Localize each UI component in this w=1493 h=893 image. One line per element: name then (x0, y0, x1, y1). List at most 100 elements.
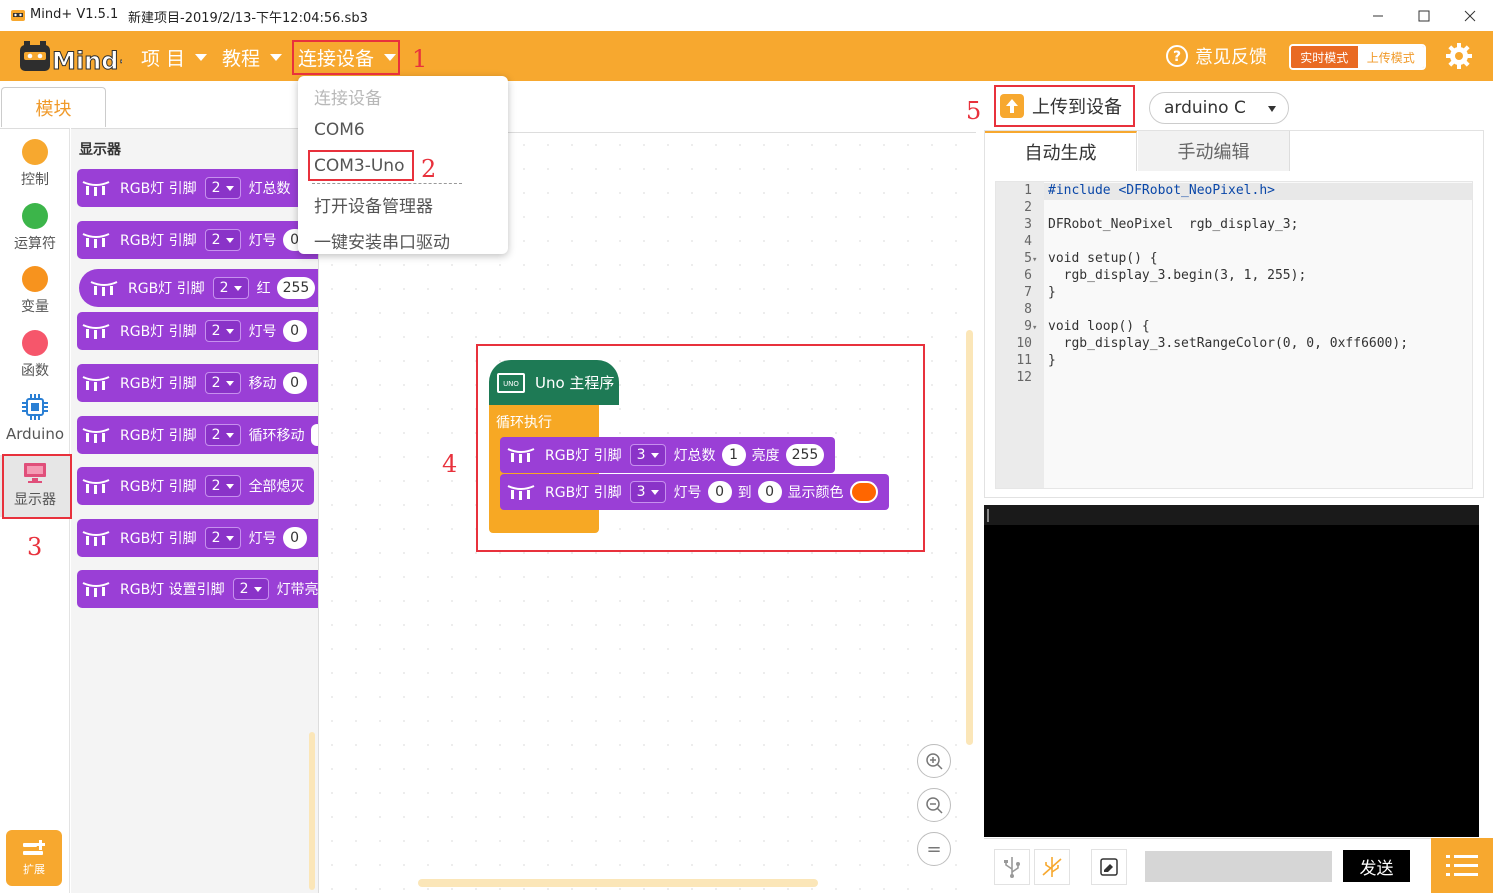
script-block-rgb-init[interactable]: RGB灯 引脚 3 灯总数 1 亮度 255 (500, 437, 835, 473)
tab-auto-generate[interactable]: 自动生成 (985, 131, 1137, 171)
feedback-button[interactable]: ? 意见反馈 (1165, 43, 1267, 69)
upload-mode-option[interactable]: 上传模式 (1357, 46, 1424, 68)
modules-tab[interactable]: 模块 (1, 87, 106, 127)
realtime-mode-option[interactable]: 实时模式 (1291, 46, 1358, 68)
category-control[interactable]: 控制 (0, 139, 70, 189)
block-text: RGB灯 引脚 (120, 376, 197, 392)
number-input[interactable]: 0 (282, 527, 307, 549)
mind-plus-logo[interactable]: Mind+ (18, 39, 122, 75)
led-strip-icon (82, 376, 110, 391)
dropdown-item-device-manager[interactable]: 打开设备管理器 (314, 192, 433, 217)
menu-connect-device[interactable]: 连接设备 (298, 44, 397, 71)
zoom-in-button[interactable] (917, 744, 951, 778)
clear-output-button[interactable] (1091, 849, 1127, 885)
palette-block-rgb-total[interactable]: RGB灯 引脚 2 灯总数 (77, 169, 318, 207)
pin-dropdown[interactable]: 2 (204, 177, 241, 199)
brightness-input[interactable]: 255 (785, 444, 825, 466)
palette-scrollbar[interactable] (309, 732, 315, 890)
palette-block-rgb-rotate[interactable]: RGB灯 引脚 2 循环移动 (77, 416, 318, 454)
palette-block-rgb-index-2[interactable]: RGB灯 引脚 2 灯号 0 (77, 312, 318, 350)
palette-block-rgb-clear[interactable]: RGB灯 引脚 2 全部熄灭 (77, 467, 314, 505)
board-select[interactable]: arduino C (1149, 92, 1289, 124)
code-line: 8 (1024, 302, 1032, 317)
tab-manual-edit[interactable]: 手动编辑 (1138, 131, 1290, 171)
led-count-input[interactable]: 1 (721, 444, 746, 466)
palette-block-rgb-shift[interactable]: RGB灯 引脚 2 移动 0 (77, 364, 318, 402)
pin-dropdown[interactable]: 2 (204, 475, 241, 497)
minimize-button[interactable] (1355, 0, 1401, 31)
extension-label: 扩展 (23, 863, 45, 876)
send-button[interactable]: 发送 (1343, 850, 1410, 882)
block-text: 灯总数 (248, 181, 291, 197)
palette-block-rgb-setup[interactable]: RGB灯 设置引脚 2 灯带亮 (77, 570, 318, 608)
zoom-reset-button[interactable]: = (917, 832, 951, 866)
palette-block-rgb-index[interactable]: RGB灯 引脚 2 灯号 0 (77, 221, 318, 259)
range-start-input[interactable]: 0 (707, 481, 732, 503)
extension-icon (23, 840, 45, 855)
menu-tutorial[interactable]: 教程 (222, 44, 283, 71)
usb-disconnect-button[interactable] (1034, 849, 1070, 885)
pin-dropdown[interactable]: 2 (232, 578, 269, 600)
code-editor[interactable]: 1 #include <DFRobot_NeoPixel.h> 2 3 DFRobo… (995, 181, 1473, 489)
caret-down-icon (225, 237, 234, 243)
serial-send-input[interactable] (1145, 851, 1332, 882)
serial-menu-button[interactable] (1431, 838, 1493, 893)
pin-value: 2 (239, 581, 249, 597)
canvas-horizontal-scrollbar[interactable] (418, 879, 818, 887)
block-text: 灯号 (248, 324, 277, 340)
block-text: 到 (737, 485, 752, 501)
block-text: 红 (256, 281, 271, 297)
category-variables[interactable]: 变量 (0, 266, 70, 316)
palette-block-rgb-index-3[interactable]: RGB灯 引脚 2 灯号 0 (77, 519, 318, 557)
pin-dropdown[interactable]: 2 (204, 527, 241, 549)
dropdown-item-install-driver[interactable]: 一键安装串口驱动 (314, 228, 450, 253)
block-text: 灯号 (248, 531, 277, 547)
category-label: 显示器 (14, 492, 56, 508)
number-input[interactable]: 255 (276, 277, 316, 299)
dropdown-item-com6[interactable]: COM6 (314, 120, 365, 140)
extension-button[interactable]: 扩展 (6, 830, 62, 886)
number-input[interactable]: 0 (282, 320, 307, 342)
script-block-rgb-range-color[interactable]: RGB灯 引脚 3 灯号 0 到 0 显示颜色 (500, 474, 889, 510)
pin-dropdown[interactable]: 2 (212, 277, 249, 299)
zoom-out-icon (926, 797, 943, 814)
block-text: RGB灯 引脚 (120, 181, 197, 197)
text-cursor (987, 509, 989, 522)
zoom-out-button[interactable] (917, 788, 951, 822)
menu-project[interactable]: 项 目 (141, 44, 208, 71)
caret-down-icon (1268, 106, 1276, 112)
number-input[interactable] (310, 424, 318, 446)
category-arduino[interactable]: Arduino (0, 393, 70, 443)
uno-main-program-block[interactable]: UNO Uno 主程序 (489, 360, 619, 405)
maximize-button[interactable] (1401, 0, 1447, 31)
pin-dropdown[interactable]: 2 (204, 320, 241, 342)
number-input[interactable]: 0 (282, 372, 307, 394)
block-palette: 显示器 RGB灯 引脚 2 灯总数 RGB灯 引脚 2 灯号 0 RGB灯 引脚… (71, 128, 319, 893)
pin-dropdown[interactable]: 3 (629, 481, 666, 503)
pin-dropdown[interactable]: 2 (204, 372, 241, 394)
fold-arrow-icon: ▾ (1032, 323, 1038, 333)
gear-icon[interactable] (1446, 43, 1472, 69)
serial-monitor[interactable] (984, 505, 1479, 837)
usb-connect-button[interactable] (994, 849, 1030, 885)
range-end-input[interactable]: 0 (757, 481, 782, 503)
canvas-vertical-scrollbar[interactable] (966, 330, 973, 745)
code-line: 9▾ void loop() { (1024, 319, 1150, 334)
dropdown-item-com3-uno[interactable]: COM3-Uno (314, 156, 405, 176)
pin-dropdown[interactable]: 2 (204, 424, 241, 446)
pin-dropdown[interactable]: 2 (204, 229, 241, 251)
color-picker[interactable] (849, 481, 878, 503)
close-button[interactable] (1447, 0, 1493, 31)
category-display[interactable]: 显示器 (0, 455, 70, 517)
category-functions[interactable]: 函数 (0, 330, 70, 380)
pin-dropdown[interactable]: 3 (629, 444, 666, 466)
palette-block-rgb-red[interactable]: RGB灯 引脚 2 红 255 (79, 269, 318, 307)
block-text: RGB灯 引脚 (120, 531, 197, 547)
category-operators[interactable]: 运算符 (0, 203, 70, 253)
annotation-number: 5 (966, 97, 982, 125)
upload-label: 上传到设备 (1032, 97, 1122, 118)
led-strip-icon (82, 531, 110, 546)
mode-switch[interactable]: 实时模式 上传模式 (1289, 44, 1426, 70)
pin-value: 2 (211, 180, 221, 196)
upload-to-device-button[interactable]: 上传到设备 (1000, 88, 1130, 124)
